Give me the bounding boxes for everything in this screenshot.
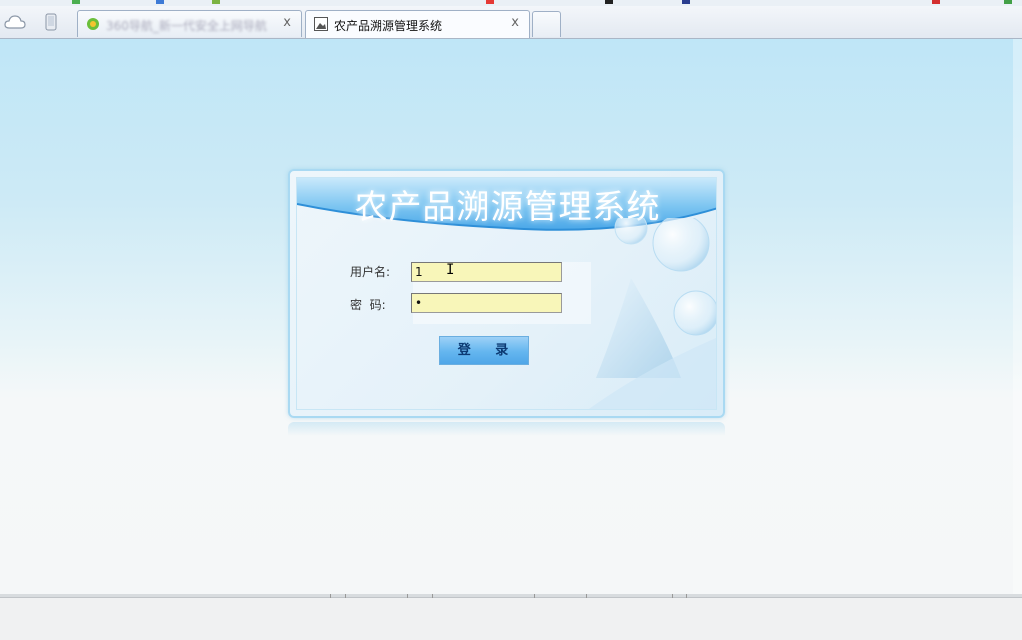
cloud-icon[interactable] xyxy=(4,14,26,30)
username-field[interactable]: 1 I xyxy=(411,262,562,282)
status-bar xyxy=(0,594,1022,640)
login-panel-inner: 农产品溯源管理系统 用户名: 1 I 密 码: • 登 录 xyxy=(296,177,717,410)
password-value: • xyxy=(415,296,423,310)
picture-favicon-icon xyxy=(314,17,328,31)
username-label: 用户名: xyxy=(350,265,391,279)
status-divider xyxy=(0,594,1022,598)
panel-reflection xyxy=(288,422,725,436)
close-tab-button[interactable]: x xyxy=(283,15,291,30)
tab-bar: 360导航_新一代安全上网导航 x 农产品溯源管理系统 x xyxy=(0,6,1022,39)
page-edge xyxy=(1013,39,1022,594)
phone-icon[interactable] xyxy=(45,13,57,31)
water-drop-decoration xyxy=(588,218,716,409)
tab-title: 农产品溯源管理系统 xyxy=(334,19,443,33)
text-cursor-icon: I xyxy=(446,262,455,278)
close-tab-button[interactable]: x xyxy=(511,15,519,30)
login-panel: 农产品溯源管理系统 用户名: 1 I 密 码: • 登 录 xyxy=(288,169,725,418)
new-tab-button[interactable] xyxy=(532,11,561,37)
tab-title: 360导航_新一代安全上网导航 xyxy=(106,19,267,33)
360-favicon-icon xyxy=(87,18,99,30)
username-value: 1 xyxy=(415,265,423,279)
login-button[interactable]: 登 录 xyxy=(439,336,529,365)
password-field[interactable]: • xyxy=(411,293,562,313)
password-label: 密 码: xyxy=(350,298,386,312)
tab-login-page[interactable]: 农产品溯源管理系统 x xyxy=(305,10,530,38)
tab-navigation[interactable]: 360导航_新一代安全上网导航 x xyxy=(77,10,302,37)
